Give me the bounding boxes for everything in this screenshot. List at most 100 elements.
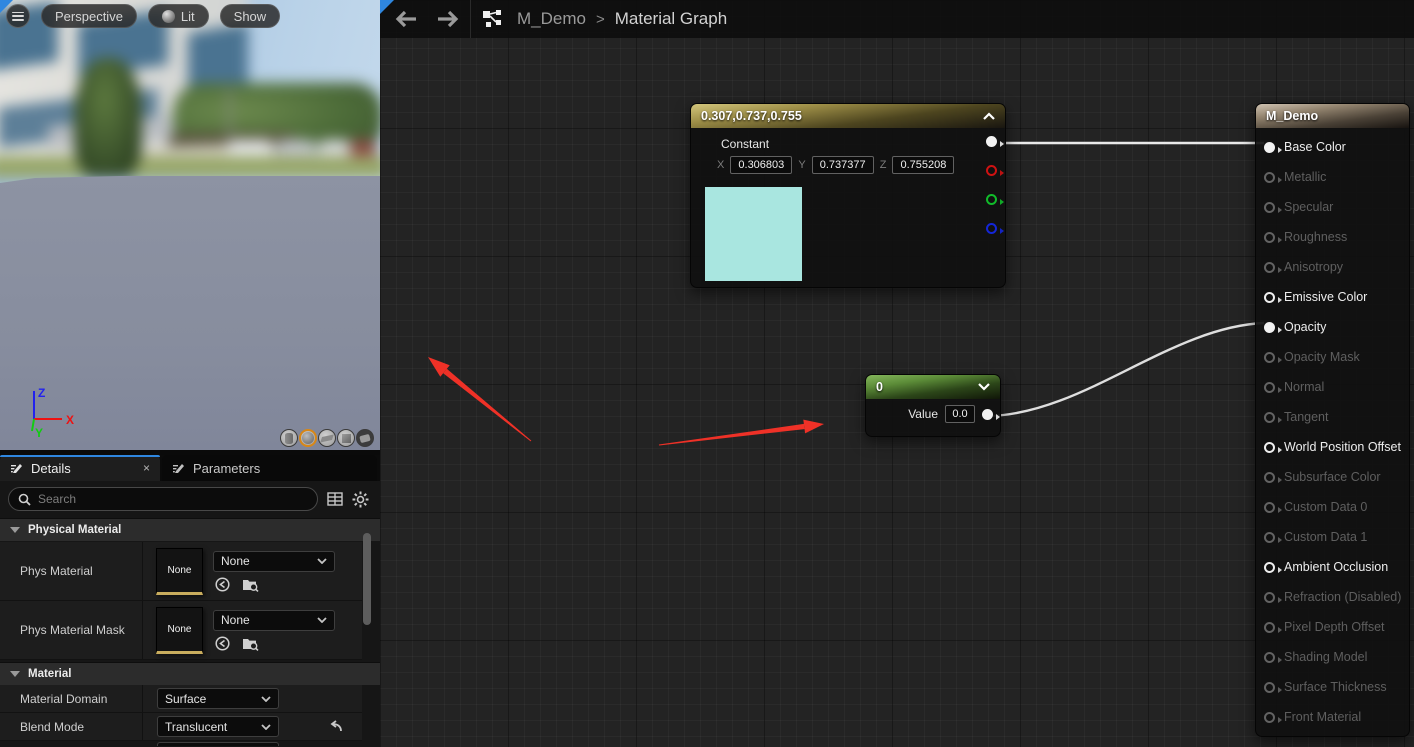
material-pin-row[interactable]: Metallic <box>1256 162 1409 192</box>
input-pin-icon[interactable] <box>1264 412 1275 423</box>
material-pin-row[interactable]: Emissive Color <box>1256 282 1409 312</box>
input-pin-icon[interactable] <box>1264 442 1275 453</box>
material-pin-row[interactable]: Refraction (Disabled) <box>1256 582 1409 612</box>
material-pin-row[interactable]: Front Material <box>1256 702 1409 732</box>
dropdown-value: None <box>221 554 250 568</box>
input-pin-icon[interactable] <box>1264 652 1275 663</box>
material-pin-row[interactable]: Specular <box>1256 192 1409 222</box>
input-pin-icon[interactable] <box>1264 712 1275 723</box>
perspective-button[interactable]: Perspective <box>41 4 137 28</box>
back-arrow-button[interactable] <box>394 9 420 29</box>
section-physical-material[interactable]: Physical Material <box>0 518 380 541</box>
material-pin-row[interactable]: Opacity Mask <box>1256 342 1409 372</box>
input-pin-icon[interactable] <box>1264 472 1275 483</box>
search-input[interactable] <box>38 492 278 506</box>
material-pin-row[interactable]: Subsurface Color <box>1256 462 1409 492</box>
constant3-node-header[interactable]: 0.307,0.737,0.755 <box>691 104 1005 128</box>
material-pin-row[interactable]: World Position Offset <box>1256 432 1409 462</box>
material-pin-row[interactable]: Normal <box>1256 372 1409 402</box>
input-pin-icon[interactable] <box>1264 292 1275 303</box>
input-pin-icon[interactable] <box>1264 502 1275 513</box>
constant3-node[interactable]: 0.307,0.737,0.755 Constant X 0.306803 Y … <box>690 103 1006 288</box>
value-field[interactable]: 0.0 <box>945 405 975 423</box>
close-tab-icon[interactable]: × <box>143 461 150 475</box>
output-pin-r[interactable] <box>986 165 997 176</box>
section-material[interactable]: Material <box>0 662 380 685</box>
material-domain-dropdown[interactable]: Surface <box>157 688 279 709</box>
section-title: Material <box>28 668 71 680</box>
scalar-output-pin[interactable] <box>982 409 993 420</box>
material-pin-row[interactable]: Custom Data 0 <box>1256 492 1409 522</box>
column-view-icon[interactable] <box>327 491 343 507</box>
asset-thumbnail[interactable]: None <box>156 548 203 595</box>
material-pin-row[interactable]: Custom Data 1 <box>1256 522 1409 552</box>
phys-material-mask-label: Phys Material Mask <box>20 623 125 637</box>
asset-controls: None <box>213 551 335 592</box>
output-pin-rgb[interactable] <box>986 136 997 147</box>
show-button[interactable]: Show <box>220 4 281 28</box>
input-pin-icon[interactable] <box>1264 532 1275 543</box>
phys-material-dropdown[interactable]: None <box>213 551 335 572</box>
asset-thumbnail[interactable]: None <box>156 607 203 654</box>
phys-material-mask-dropdown[interactable]: None <box>213 610 335 631</box>
input-pin-icon[interactable] <box>1264 382 1275 393</box>
input-pin-icon[interactable] <box>1264 322 1275 333</box>
viewport-menu-button[interactable] <box>6 4 30 28</box>
input-pin-icon[interactable] <box>1264 352 1275 363</box>
gear-icon[interactable] <box>352 491 369 508</box>
forward-arrow-button[interactable] <box>434 9 460 29</box>
input-pin-icon[interactable] <box>1264 232 1275 243</box>
z-value-field[interactable]: 0.755208 <box>892 156 954 174</box>
reset-to-default-icon[interactable] <box>328 720 344 734</box>
input-pin-label: Pixel Depth Offset <box>1284 620 1385 634</box>
tab-parameters[interactable]: Parameters <box>162 455 377 481</box>
material-pin-row[interactable]: Roughness <box>1256 222 1409 252</box>
material-pin-row[interactable]: Tangent <box>1256 402 1409 432</box>
y-value-field[interactable]: 0.737377 <box>812 156 874 174</box>
scalar-parameter-node[interactable]: 0 Value 0.0 <box>865 374 1001 437</box>
graph-focus-triangle <box>380 0 394 14</box>
collapse-chevron-down-icon[interactable] <box>978 383 990 391</box>
material-pin-row[interactable]: Anisotropy <box>1256 252 1409 282</box>
material-pin-row[interactable]: Opacity <box>1256 312 1409 342</box>
material-pin-row[interactable]: Surface Thickness <box>1256 672 1409 702</box>
preview-shape-cube-button[interactable] <box>337 429 355 447</box>
tab-details[interactable]: Details × <box>0 455 160 481</box>
property-value: Surface <box>143 685 362 712</box>
input-pin-icon[interactable] <box>1264 562 1275 573</box>
input-pin-icon[interactable] <box>1264 172 1275 183</box>
material-graph-canvas[interactable]: M_Demo > Material Graph 0.307,0.737,0.75… <box>380 0 1414 747</box>
browse-to-asset-icon[interactable] <box>242 577 259 592</box>
lit-mode-button[interactable]: Lit <box>148 4 209 28</box>
input-pin-icon[interactable] <box>1264 682 1275 693</box>
material-pin-row[interactable]: Pixel Depth Offset <box>1256 612 1409 642</box>
input-pin-icon[interactable] <box>1264 142 1275 153</box>
scalar-node-header[interactable]: 0 <box>866 375 1000 399</box>
search-box[interactable] <box>8 487 318 511</box>
preview-shape-cylinder-button[interactable] <box>280 429 298 447</box>
details-scrollbar[interactable] <box>363 533 371 625</box>
input-pin-icon[interactable] <box>1264 262 1275 273</box>
use-selected-asset-icon[interactable] <box>215 636 230 651</box>
browse-to-asset-icon[interactable] <box>242 636 259 651</box>
material-pin-row[interactable]: Ambient Occlusion <box>1256 552 1409 582</box>
sphere-icon <box>302 432 314 444</box>
preview-shape-custom-button[interactable] <box>356 429 374 447</box>
material-pin-row[interactable]: Base Color <box>1256 132 1409 162</box>
output-pin-b[interactable] <box>986 223 997 234</box>
input-pin-icon[interactable] <box>1264 592 1275 603</box>
input-pin-icon[interactable] <box>1264 622 1275 633</box>
breadcrumb-asset[interactable]: M_Demo <box>517 9 586 29</box>
material-result-node[interactable]: M_Demo Base Color Metallic <box>1255 103 1410 737</box>
use-selected-asset-icon[interactable] <box>215 577 230 592</box>
preview-shape-sphere-button[interactable] <box>299 429 317 447</box>
x-value-field[interactable]: 0.306803 <box>730 156 792 174</box>
result-node-header[interactable]: M_Demo <box>1256 104 1409 128</box>
collapse-chevron-up-icon[interactable] <box>983 112 995 120</box>
preview-viewport[interactable]: Perspective Lit Show Z X Y <box>0 0 380 455</box>
blend-mode-dropdown[interactable]: Translucent <box>157 716 279 737</box>
output-pin-g[interactable] <box>986 194 997 205</box>
preview-shape-plane-button[interactable] <box>318 429 336 447</box>
material-pin-row[interactable]: Shading Model <box>1256 642 1409 672</box>
input-pin-icon[interactable] <box>1264 202 1275 213</box>
